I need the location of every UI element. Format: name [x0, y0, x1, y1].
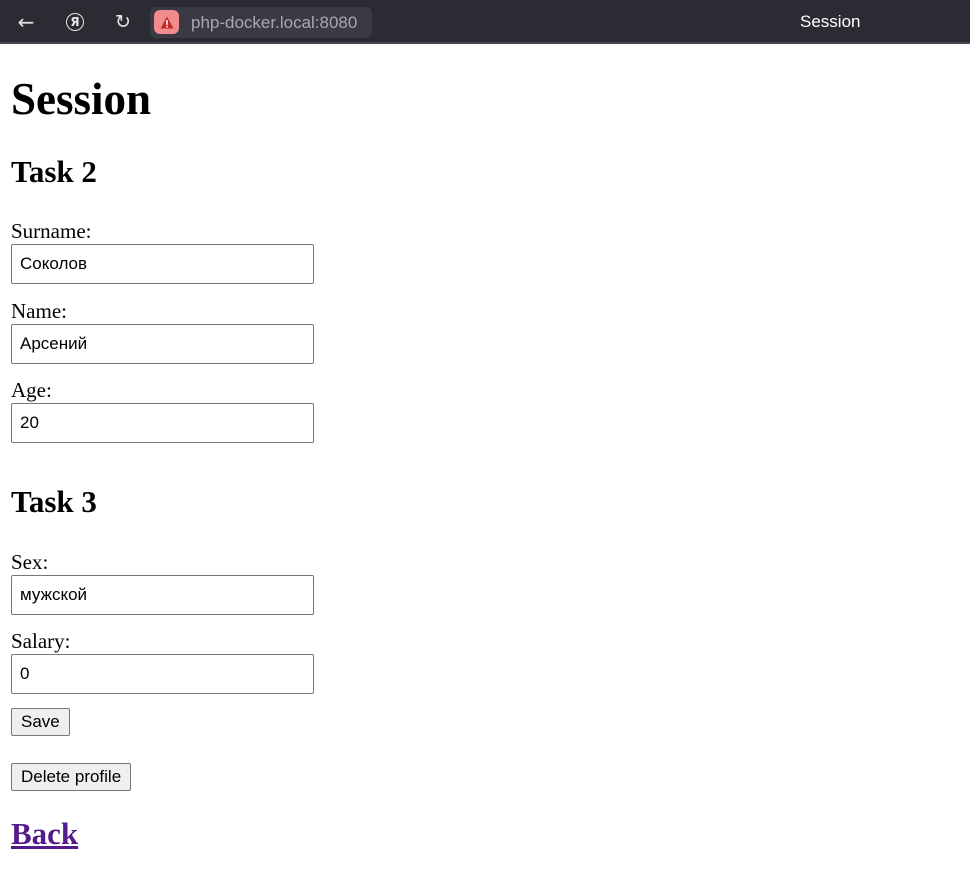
salary-input[interactable] — [11, 654, 314, 694]
age-input[interactable] — [11, 403, 314, 443]
delete-profile-button[interactable]: Delete profile — [11, 763, 132, 791]
save-button[interactable]: Save — [11, 708, 70, 736]
sex-input[interactable] — [11, 575, 314, 615]
browser-toolbar: ← Я ↻ php-docker.local:8080 Session — [0, 0, 970, 44]
age-label: Age: — [11, 378, 52, 402]
toolbar-divider — [0, 42, 970, 44]
tab-title: Session — [800, 12, 861, 31]
yandex-icon[interactable]: Я — [62, 9, 88, 35]
page-title: Session — [11, 74, 152, 124]
task3-heading: Task 3 — [11, 484, 97, 519]
name-label: Name: — [11, 299, 67, 323]
surname-label: Surname: — [11, 219, 92, 243]
surname-input[interactable] — [11, 244, 314, 284]
warning-icon[interactable] — [154, 10, 179, 34]
back-arrow-icon[interactable]: ← — [13, 9, 39, 35]
reload-icon[interactable]: ↻ — [110, 9, 136, 35]
address-bar[interactable]: php-docker.local:8080 — [150, 7, 372, 38]
task2-heading: Task 2 — [11, 154, 97, 189]
url-text[interactable]: php-docker.local:8080 — [191, 13, 357, 33]
sex-label: Sex: — [11, 550, 49, 574]
name-input[interactable] — [11, 324, 314, 364]
salary-label: Salary: — [11, 629, 71, 653]
back-link[interactable]: Back — [11, 816, 78, 852]
